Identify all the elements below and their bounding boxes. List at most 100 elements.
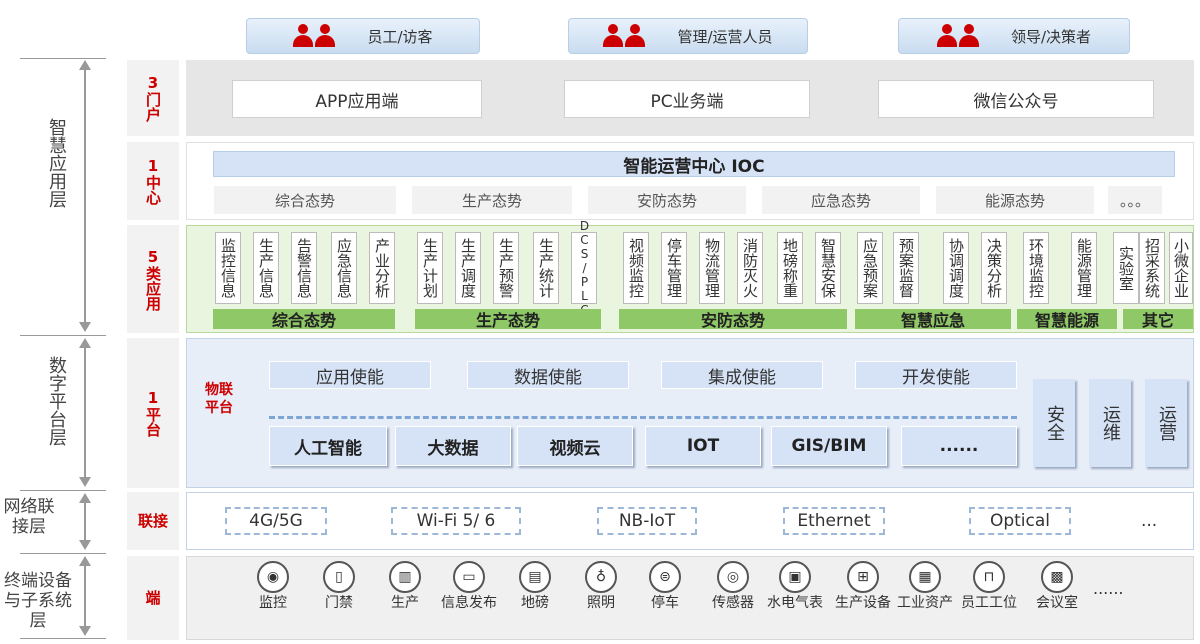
center-chip: 能源态势 [935,185,1095,215]
enable-chip: 数据使能 [467,361,629,389]
iot-platform-label: 物联平台 [205,382,233,416]
center-chip-more: 。。。 [1107,185,1163,215]
device-production: ▥ 生产 [375,561,435,611]
app-item: 生产统计 [533,232,559,304]
app-item: 告警信息 [291,232,317,304]
scale-icon: ▤ [519,561,551,593]
device-workstation: ⊓ 员工工位 [959,561,1019,611]
user-label: 员工/访客 [367,27,433,46]
sensor-icon: ◎ [717,561,749,593]
network-chip: Wi-Fi 5/ 6 [391,507,521,535]
portal-wechat: 微信公众号 [878,80,1154,118]
network-chip: 4G/5G [225,507,327,535]
app-item: 生产预警 [493,232,519,304]
device-info: ▭ 信息发布 [439,561,499,611]
tech-chip: GIS/BIM [771,426,887,466]
app-item: 视频监控 [623,232,649,304]
network-panel: 4G/5G Wi-Fi 5/ 6 NB-IoT Ethernet Optical… [186,492,1194,550]
side-security: 安全 [1033,379,1075,467]
layer-label-terminal: 终端设备与子系统层 [4,571,72,631]
factory-icon: ▥ [389,561,421,593]
tech-chip: 大数据 [395,426,511,466]
device-light: ♁ 照明 [571,561,631,611]
side-operation: 运营 [1145,379,1187,467]
tech-chip: ...... [901,426,1017,466]
layer-label-app: 智慧应用层 [46,118,67,208]
app-category: 智慧能源 [1017,309,1117,330]
user-pill-manager: 管理/运营人员 [568,18,808,54]
app-item: 物流管理 [699,232,725,304]
device-equipment: ⊞ 生产设备 [833,561,893,611]
car-icon: ⊜ [649,561,681,593]
app-item: 预案监督 [893,232,919,304]
row-label-center: 1中心 [127,142,179,220]
app-item: 协调调度 [943,232,969,304]
center-chip: 生产态势 [411,185,573,215]
tech-chip: IOT [645,426,761,466]
apps-panel: 监控信息 生产信息 告警信息 应急信息 产业分析 生产计划 生产调度 生产预警 … [186,219,1194,333]
user-label: 管理/运营人员 [677,27,773,46]
portal-panel: APP应用端 PC业务端 微信公众号 [186,60,1194,136]
user-pill-leader: 领导/决策者 [898,18,1130,54]
equipment-icon: ⊞ [847,561,879,593]
app-item: 小微企业 [1169,232,1193,304]
users-icon [936,24,981,48]
app-category: 安防态势 [619,309,847,330]
meeting-icon: ▩ [1041,561,1073,593]
ioc-title: 智能运营中心 IOC [213,151,1175,177]
app-item: 消防灭火 [737,232,763,304]
network-chip: NB-IoT [597,507,697,535]
asset-icon: ▦ [909,561,941,593]
center-chip: 应急态势 [761,185,921,215]
app-item: 招采系统 [1139,232,1165,304]
meter-icon: ▣ [779,561,811,593]
row-label-portal: 3门户 [127,60,179,136]
app-category: 其它 [1123,309,1193,330]
terminal-more: ...... [1093,579,1124,598]
app-item: 实验室 [1113,232,1139,304]
phone-icon: ▭ [453,561,485,593]
app-item: 生产信息 [253,232,279,304]
network-chip: Optical [969,507,1071,535]
row-label-platform: 1平台 [127,338,179,488]
user-label: 领导/决策者 [1010,27,1092,46]
device-camera: ◉ 监控 [243,561,303,611]
app-category: 生产态势 [415,309,601,330]
app-item: 停车管理 [661,232,687,304]
door-icon: ▯ [323,561,355,593]
app-item: 生产调度 [455,232,481,304]
side-ops: 运维 [1089,379,1131,467]
layer-label-platform: 数字平台层 [46,356,67,446]
users-icon [293,24,337,48]
device-parking: ⊜ 停车 [635,561,695,611]
device-sensor: ◎ 传感器 [703,561,763,611]
device-scale: ▤ 地磅 [505,561,565,611]
enable-chip: 开发使能 [855,361,1017,389]
device-meter: ▣ 水电气表 [765,561,825,611]
layer-label-network: 网络联接层 [3,497,55,537]
app-category: 综合态势 [213,309,395,330]
workstation-icon: ⊓ [973,561,1005,593]
device-asset: ▦ 工业资产 [895,561,955,611]
app-item: 应急信息 [331,232,357,304]
center-chip: 安防态势 [587,185,747,215]
users-icon [603,24,647,48]
enable-chip: 集成使能 [661,361,823,389]
tech-chip: 视频云 [517,426,633,466]
center-panel: 智能运营中心 IOC 综合态势 生产态势 安防态势 应急态势 能源态势 。。。 [186,142,1194,220]
network-chip: Ethernet [783,507,885,535]
portal-pc: PC业务端 [564,80,810,118]
center-chip: 综合态势 [213,185,397,215]
bulb-icon: ♁ [585,561,617,593]
network-more: ... [1141,511,1158,531]
platform-panel: 物联平台 应用使能 数据使能 集成使能 开发使能 人工智能 大数据 视频云 IO… [186,338,1194,488]
app-category: 智慧应急 [855,309,1011,330]
camera-icon: ◉ [257,561,289,593]
app-item: 应急预案 [857,232,883,304]
device-door: ▯ 门禁 [309,561,369,611]
app-item: 地磅称重 [777,232,803,304]
app-item: 智慧安保 [815,232,841,304]
terminal-panel: ◉ 监控 ▯ 门禁 ▥ 生产 ▭ 信息发布 ▤ 地磅 ♁ 照明 ⊜ 停车 ◎ 传感器 ▣ 水电气表… [186,556,1194,640]
app-item: 生产计划 [417,232,443,304]
app-item: 能源管理 [1071,232,1097,304]
